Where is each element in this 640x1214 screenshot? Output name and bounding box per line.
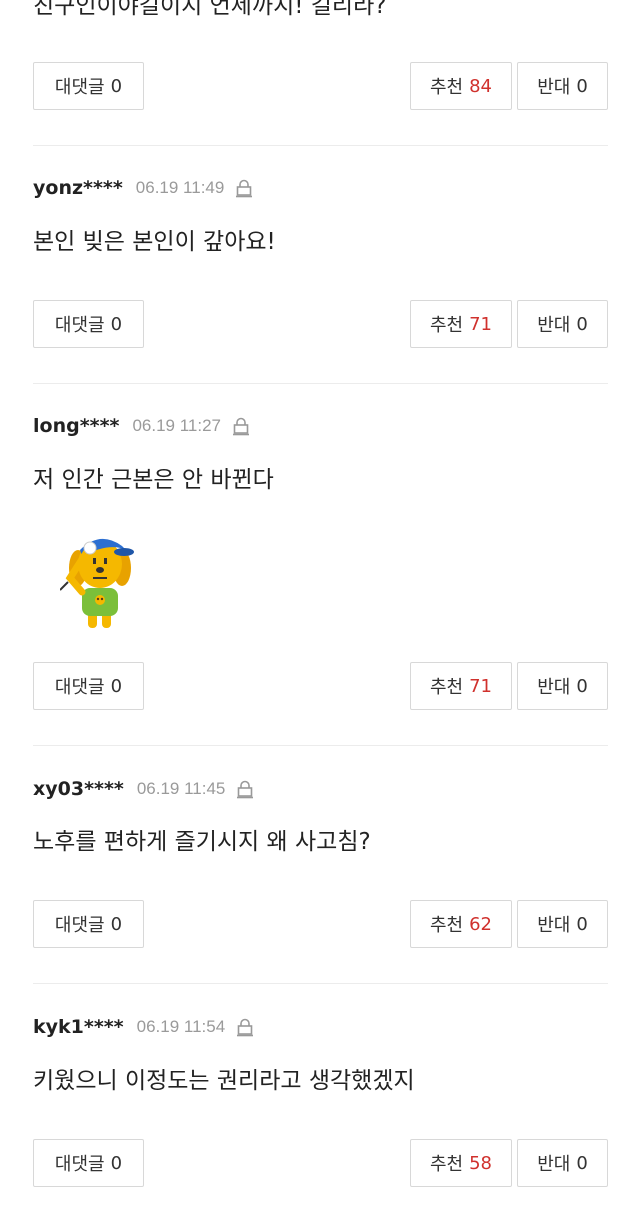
downvote-label: 반대 [537,315,571,336]
downvote-button[interactable]: 반대 0 [517,1139,608,1187]
reply-label: 대댓글 [54,1154,105,1175]
upvote-button[interactable]: 추천 62 [410,900,512,948]
comment-meta: long**** 06.19 11:27 [33,415,251,437]
upvote-label: 추천 [429,677,464,698]
upvote-label: 추천 [429,315,464,336]
comment-text: 노후를 편하게 즐기시지 왜 사고침? [33,829,371,855]
comment-meta: xy03**** 06.19 11:45 [33,778,255,800]
downvote-count: 0 [576,75,588,97]
upvote-count: 58 [469,1152,493,1174]
downvote-label: 반대 [537,1154,571,1175]
lock-icon [237,780,254,799]
upvote-button[interactable]: 추천 84 [410,62,512,110]
reply-count: 0 [110,675,123,697]
comment-meta: yonz**** 06.19 11:49 [33,177,254,199]
comment-text: 본인 빚은 본인이 갚아요! [33,229,276,255]
downvote-label: 반대 [537,677,571,698]
upvote-label: 추천 [429,77,464,98]
comment-author: xy03**** [33,778,124,800]
downvote-button[interactable]: 반대 0 [517,62,608,110]
comment-time: 06.19 11:54 [136,1017,226,1036]
downvote-button[interactable]: 반대 0 [517,900,608,948]
comment-time: 06.19 11:45 [136,779,226,798]
reply-count: 0 [110,313,123,335]
upvote-count: 71 [469,313,493,335]
upvote-count: 84 [469,75,493,97]
reply-label: 대댓글 [54,677,105,698]
downvote-count: 0 [576,313,588,335]
divider [33,983,608,984]
downvote-button[interactable]: 반대 0 [517,300,608,348]
reply-count: 0 [110,913,123,935]
reply-label: 대댓글 [54,77,105,98]
downvote-count: 0 [576,675,588,697]
reply-button[interactable]: 대댓글 0 [33,300,144,348]
upvote-count: 62 [469,913,493,935]
divider [33,745,608,746]
comment-author: long**** [33,415,120,437]
comment-text: 키웠으니 이정도는 권리라고 생각했겠지 [33,1068,415,1094]
comment-time: 06.19 11:27 [132,416,221,435]
comment-author: yonz**** [33,177,123,199]
reply-count: 0 [110,1152,123,1174]
downvote-label: 반대 [537,77,571,98]
upvote-count: 71 [469,675,493,697]
divider [33,145,608,146]
reply-button[interactable]: 대댓글 0 [33,1139,144,1187]
reply-button[interactable]: 대댓글 0 [33,62,144,110]
downvote-count: 0 [576,1152,588,1174]
comment-text-partial: 친구인이야길이지 언제까지! 길리라? [33,0,387,19]
lock-icon [236,179,253,198]
reply-label: 대댓글 [54,915,105,936]
comment-text: 저 인간 근본은 안 바뀐다 [33,467,274,493]
comment-meta: kyk1**** 06.19 11:54 [33,1016,255,1038]
lock-icon [237,1018,254,1037]
upvote-label: 추천 [429,1154,464,1175]
downvote-button[interactable]: 반대 0 [517,662,608,710]
reply-button[interactable]: 대댓글 0 [33,900,144,948]
reply-button[interactable]: 대댓글 0 [33,662,144,710]
lock-icon [232,417,249,436]
comment-time: 06.19 11:49 [135,178,225,197]
divider [33,383,608,384]
saluting-dog-sticker [60,538,134,628]
downvote-label: 반대 [537,915,571,936]
upvote-button[interactable]: 추천 58 [410,1139,512,1187]
comment-author: kyk1**** [33,1016,124,1038]
upvote-button[interactable]: 추천 71 [410,662,512,710]
upvote-label: 추천 [429,915,464,936]
downvote-count: 0 [576,913,588,935]
reply-label: 대댓글 [54,315,105,336]
upvote-button[interactable]: 추천 71 [410,300,512,348]
reply-count: 0 [110,75,123,97]
